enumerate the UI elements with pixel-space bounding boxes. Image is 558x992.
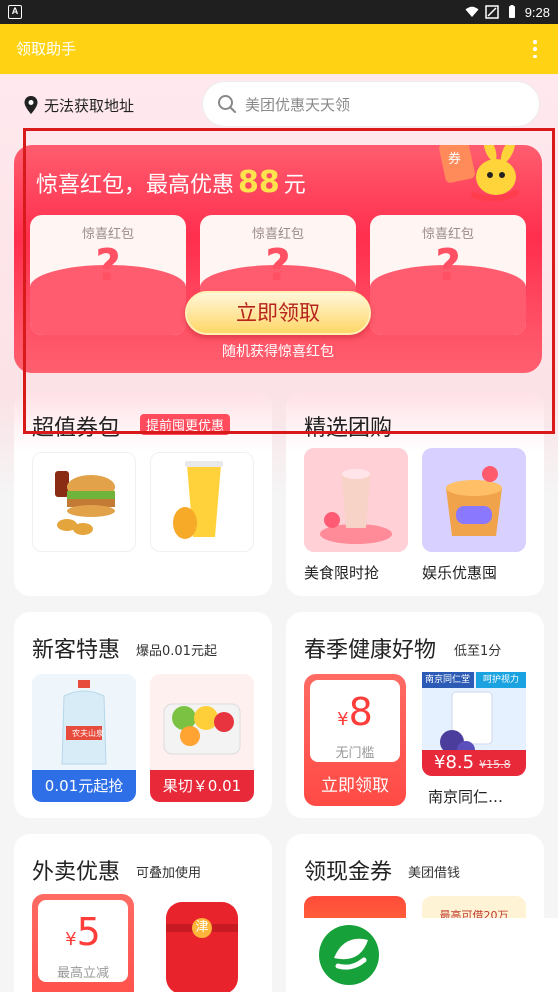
takeout-coupon-body: ¥5 最高立减 (38, 900, 128, 982)
wifi-icon (465, 6, 479, 17)
watermark-logo-area (304, 918, 558, 992)
leaf-logo-icon (319, 925, 379, 985)
more-menu-icon[interactable] (532, 40, 538, 58)
coupon-pack-card[interactable]: 超值券包 提前囤更优惠 (14, 392, 272, 596)
product-price: ¥8.5 (434, 752, 475, 773)
bag-mark: 津 (195, 920, 209, 935)
red-packet-banner[interactable]: 惊喜红包，最高优惠 88 元 券 惊喜红包 ? 惊喜红包 ? 惊喜红包 ? 立即… (14, 145, 542, 373)
banner-title-suffix: 元 (283, 173, 306, 198)
takeout-subtitle: 可叠加使用 (136, 866, 202, 881)
health-claim-button[interactable]: 立即领取 (304, 766, 406, 806)
currency-symbol: ¥ (65, 929, 77, 950)
fruit-cut-thumb[interactable]: 果切￥0.01 (150, 674, 254, 802)
banner-subtitle: 随机获得惊喜红包 (222, 344, 334, 360)
tongrentang-product-thumb[interactable]: 南京同仁堂 呵护视力 ¥8.5 ¥15.8 (422, 672, 526, 776)
search-icon (218, 95, 236, 113)
status-bar: A 9:28 (0, 0, 558, 24)
mango-drink-image (173, 461, 223, 539)
group-item-label-2: 娱乐优惠囤 (422, 564, 498, 582)
question-mark-icon: ? (95, 240, 121, 291)
health-coupon-body: ¥8 无门槛 (310, 680, 400, 762)
takeout-coupon-note: 最高立减 (56, 966, 109, 981)
red-bag-illustration (166, 902, 238, 992)
question-mark-icon: ? (265, 240, 291, 291)
product-brand: 南京同仁堂 (422, 672, 474, 688)
product-original-price: ¥15.8 (479, 758, 511, 771)
app-notification-icon: A (8, 5, 22, 19)
group-item-label-1: 美食限时抢 (304, 564, 380, 582)
water-bottle-thumb[interactable]: 农夫山泉 0.01元起抢 (32, 674, 136, 802)
surprise-packet-1[interactable]: 惊喜红包 ? (30, 215, 186, 335)
fruit-price-tag: 果切￥0.01 (150, 770, 254, 802)
burger-image (55, 471, 115, 535)
drink-thumb[interactable] (150, 452, 254, 552)
location-pin-icon (24, 96, 38, 114)
health-coupon-value: ¥8 (310, 690, 400, 742)
gamepad-bucket-image (446, 466, 502, 536)
spring-health-card[interactable]: 春季健康好物 低至1分 ¥8 无门槛 立即领取 南京同仁堂 呵护视力 ¥8.5 … (286, 612, 544, 818)
spring-health-title: 春季健康好物 (304, 638, 437, 663)
location-label: 无法获取地址 (44, 96, 135, 115)
battery-icon (508, 5, 515, 18)
bottle-brand: 农夫山泉 (72, 728, 104, 738)
new-customer-card[interactable]: 新客特惠 爆品0.01元起 农夫山泉 0.01元起抢 果切￥0.01 (14, 612, 272, 818)
search-placeholder: 美团优惠天天领 (245, 95, 351, 114)
app-bar: 领取助手 (0, 24, 558, 74)
red-bag-image: 津 (152, 894, 252, 992)
water-bottle-image: 农夫山泉 (61, 680, 107, 765)
product-price-bar: ¥8.5 ¥15.8 (422, 750, 526, 776)
currency-symbol: ¥ (337, 709, 349, 730)
water-price-tag: 0.01元起抢 (32, 770, 136, 802)
search-bar[interactable]: 美团优惠天天领 (202, 81, 540, 127)
signal-icon (484, 5, 499, 19)
banner-title-prefix: 惊喜红包，最高优惠 (36, 173, 235, 198)
app-title: 领取助手 (16, 40, 77, 58)
claim-now-button[interactable]: 立即领取 (185, 291, 371, 335)
health-coupon-amount: 8 (348, 690, 373, 734)
takeout-title: 外卖优惠 (32, 860, 121, 885)
takeout-coupon-amount: 5 (76, 910, 101, 954)
question-mark-icon: ? (435, 240, 461, 291)
takeout-coupon-value: ¥5 (38, 910, 128, 962)
milk-tea-image (320, 469, 392, 544)
voucher-badge: 券 (448, 151, 461, 167)
new-customer-subtitle: 爆品0.01元起 (136, 644, 217, 659)
product-label: 呵护视力 (476, 672, 526, 688)
group-buy-title: 精选团购 (304, 416, 393, 441)
status-time: 9:28 (524, 4, 550, 20)
new-customer-title: 新客特惠 (32, 638, 121, 663)
surprise-packet-3[interactable]: 惊喜红包 ? (370, 215, 526, 335)
mascot-illustration: 券 (439, 145, 519, 202)
health-coupon[interactable]: ¥8 无门槛 立即领取 (304, 674, 406, 806)
group-buy-card[interactable]: 精选团购 美食限时抢 娱乐优惠囤 (286, 392, 544, 596)
fruit-box-image (163, 703, 241, 755)
cash-coupon-subtitle: 美团借钱 (408, 866, 461, 881)
coupon-pack-tag: 提前囤更优惠 (140, 414, 231, 435)
product-name: 南京同仁… (428, 788, 504, 806)
cash-coupon-title: 领现金券 (304, 860, 393, 885)
takeout-coupon[interactable]: ¥5 最高立减 (32, 894, 134, 992)
food-flash-sale-thumb[interactable] (304, 448, 408, 552)
takeout-discount-card[interactable]: 外卖优惠 可叠加使用 ¥5 最高立减 津 (14, 834, 272, 992)
spring-health-subtitle: 低至1分 (454, 644, 502, 659)
coupon-pack-title: 超值券包 (32, 416, 121, 441)
banner-amount: 88 (238, 165, 280, 200)
entertainment-deals-thumb[interactable] (422, 448, 526, 552)
banner-title: 惊喜红包，最高优惠 88 元 (36, 165, 306, 200)
burger-combo-thumb[interactable] (32, 452, 136, 552)
health-coupon-note: 无门槛 (335, 746, 375, 761)
location-selector[interactable]: 无法获取地址 (24, 92, 134, 118)
